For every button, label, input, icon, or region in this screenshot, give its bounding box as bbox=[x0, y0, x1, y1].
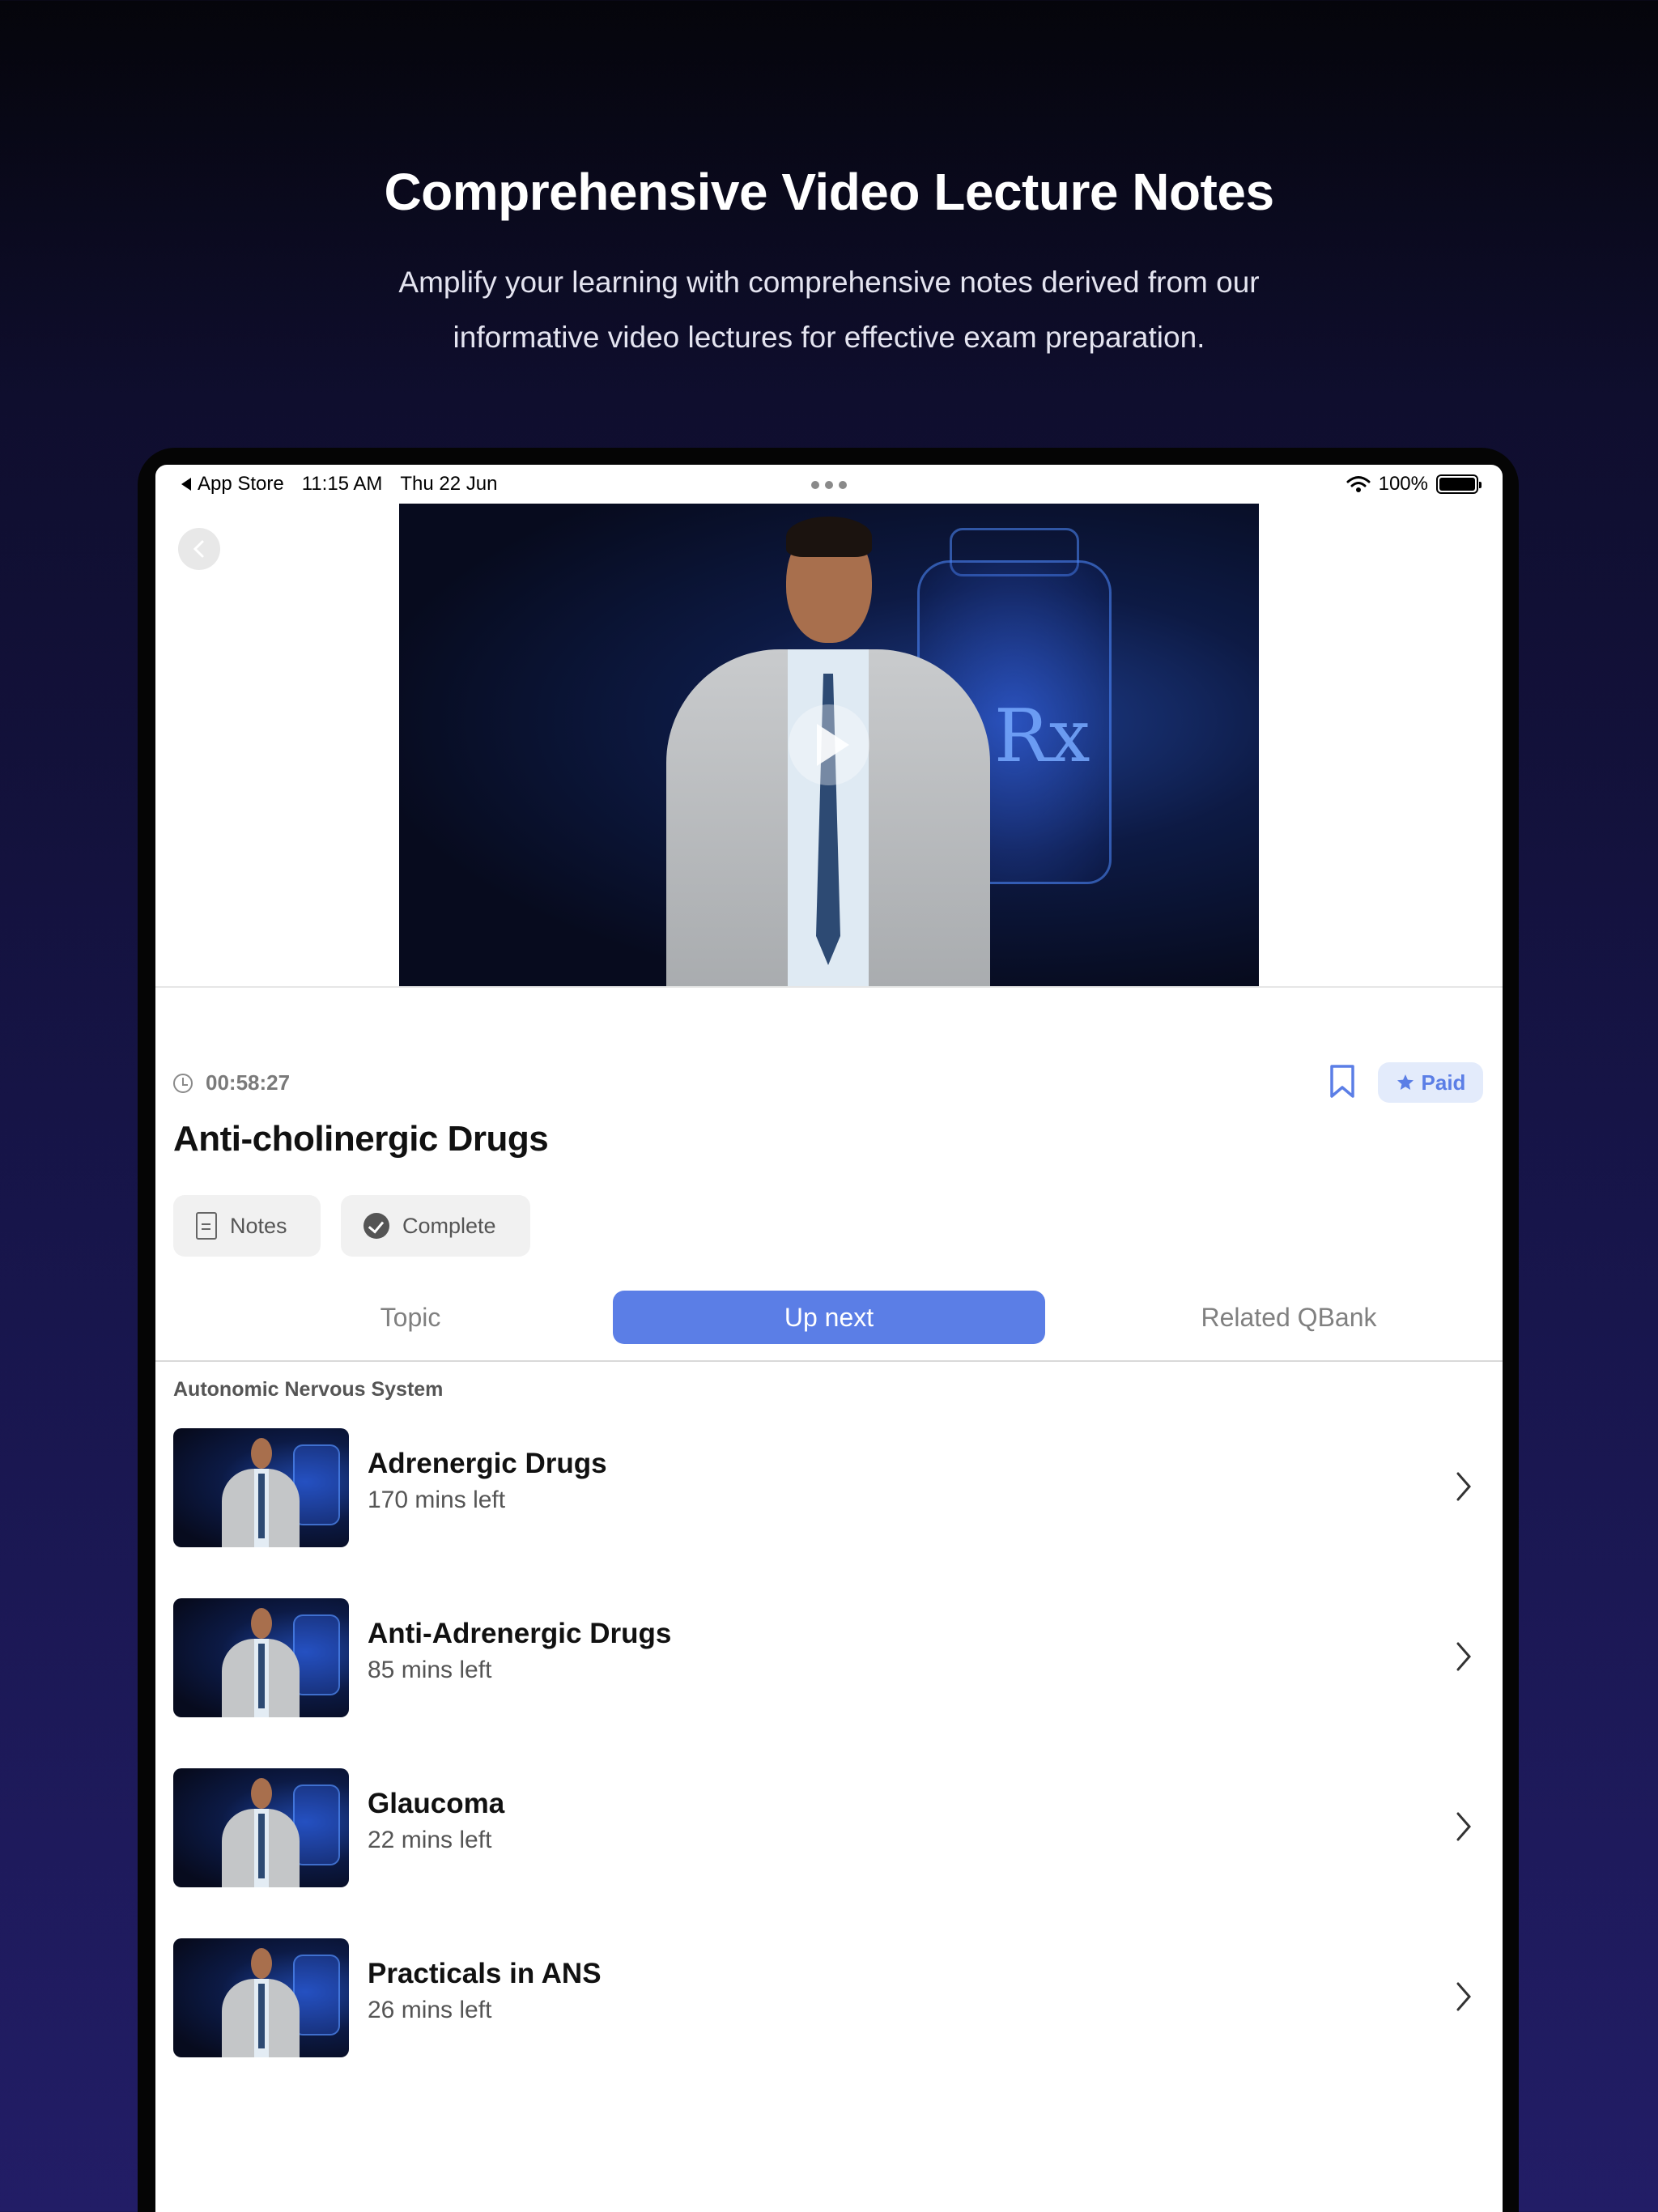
wifi-icon bbox=[1346, 476, 1371, 492]
back-button[interactable] bbox=[178, 528, 220, 570]
thumbnail-presenter-tie bbox=[258, 1644, 265, 1708]
thumbnail-presenter-head bbox=[251, 1948, 272, 1979]
back-to-app-store[interactable]: App Store bbox=[181, 473, 284, 496]
status-bar: App Store 11:15 AM Thu 22 Jun 100% bbox=[155, 465, 1503, 504]
paid-badge: Paid bbox=[1378, 1062, 1483, 1103]
tab-up-next[interactable]: Up next bbox=[613, 1291, 1045, 1344]
thumbnail-jar bbox=[293, 1614, 340, 1695]
video-thumbnail bbox=[173, 1938, 349, 2057]
thumbnail-presenter-head bbox=[251, 1608, 272, 1639]
tabs-divider bbox=[155, 1360, 1503, 1362]
notes-label: Notes bbox=[230, 1213, 287, 1238]
thumbnail-presenter-head bbox=[251, 1778, 272, 1809]
item-title: Adrenergic Drugs bbox=[368, 1448, 607, 1479]
bookmark-icon[interactable] bbox=[1328, 1064, 1357, 1100]
list-item[interactable]: Glaucoma 22 mins left bbox=[173, 1768, 1485, 1888]
divider bbox=[155, 986, 1503, 988]
item-time-left: 170 mins left bbox=[368, 1487, 506, 1513]
notes-button[interactable]: Notes bbox=[173, 1195, 321, 1257]
multitasking-dots-icon[interactable] bbox=[811, 481, 847, 489]
back-triangle-icon bbox=[181, 478, 191, 491]
item-time-left: 22 mins left bbox=[368, 1827, 492, 1853]
paid-badge-label: Paid bbox=[1421, 1070, 1466, 1095]
hero-subtitle: Amplify your learning with comprehensive… bbox=[398, 266, 1260, 354]
battery-icon bbox=[1436, 474, 1482, 494]
lecture-title: Anti-cholinergic Drugs bbox=[173, 1119, 549, 1159]
item-title: Practicals in ANS bbox=[368, 1958, 602, 1989]
thumbnail-jar bbox=[293, 1444, 340, 1525]
video-thumbnail bbox=[173, 1598, 349, 1717]
document-icon bbox=[196, 1212, 217, 1240]
play-button[interactable] bbox=[789, 704, 869, 785]
chevron-right-icon bbox=[1456, 1982, 1471, 2011]
list-item[interactable]: Anti-Adrenergic Drugs 85 mins left bbox=[173, 1598, 1485, 1718]
lecture-duration: 00:58:27 bbox=[173, 1070, 290, 1095]
duration-text: 00:58:27 bbox=[206, 1070, 291, 1095]
video-presenter-hair bbox=[786, 517, 872, 557]
list-item[interactable]: Adrenergic Drugs 170 mins left bbox=[173, 1428, 1485, 1548]
chevron-right-icon bbox=[1456, 1642, 1471, 1671]
checkmark-circle-icon bbox=[363, 1213, 389, 1239]
battery-percentage: 100% bbox=[1378, 473, 1428, 495]
thumbnail-presenter-tie bbox=[258, 1984, 265, 2048]
hero-title: Comprehensive Video Lecture Notes bbox=[384, 163, 1274, 221]
thumbnail-jar bbox=[293, 1784, 340, 1865]
video-thumbnail bbox=[173, 1768, 349, 1887]
complete-button[interactable]: Complete bbox=[341, 1195, 530, 1257]
video-rx-label: Rx bbox=[994, 694, 1090, 779]
status-date: Thu 22 Jun bbox=[400, 473, 498, 495]
thumbnail-presenter-tie bbox=[258, 1474, 265, 1538]
app-screen: App Store 11:15 AM Thu 22 Jun 100% Rx 00… bbox=[155, 465, 1503, 2212]
video-player[interactable]: Rx bbox=[399, 504, 1259, 986]
item-title: Glaucoma bbox=[368, 1788, 505, 1819]
clock-icon bbox=[173, 1073, 193, 1093]
tab-related-qbank[interactable]: Related QBank bbox=[1159, 1291, 1418, 1344]
chevron-left-icon bbox=[193, 540, 204, 558]
list-item[interactable]: Practicals in ANS 26 mins left bbox=[173, 1938, 1485, 2058]
status-time: 11:15 AM bbox=[301, 473, 383, 495]
thumbnail-presenter-head bbox=[251, 1438, 272, 1469]
thumbnail-jar bbox=[293, 1955, 340, 2035]
back-app-label: App Store bbox=[198, 473, 284, 495]
tab-topic[interactable]: Topic bbox=[317, 1291, 504, 1344]
complete-label: Complete bbox=[402, 1213, 496, 1238]
chevron-right-icon bbox=[1456, 1812, 1471, 1841]
item-time-left: 85 mins left bbox=[368, 1657, 492, 1683]
video-thumbnail bbox=[173, 1428, 349, 1547]
section-label: Autonomic Nervous System bbox=[173, 1378, 444, 1401]
star-icon bbox=[1397, 1074, 1414, 1090]
chevron-right-icon bbox=[1456, 1472, 1471, 1501]
item-title: Anti-Adrenergic Drugs bbox=[368, 1618, 672, 1649]
thumbnail-presenter-tie bbox=[258, 1814, 265, 1878]
item-time-left: 26 mins left bbox=[368, 1997, 492, 2023]
